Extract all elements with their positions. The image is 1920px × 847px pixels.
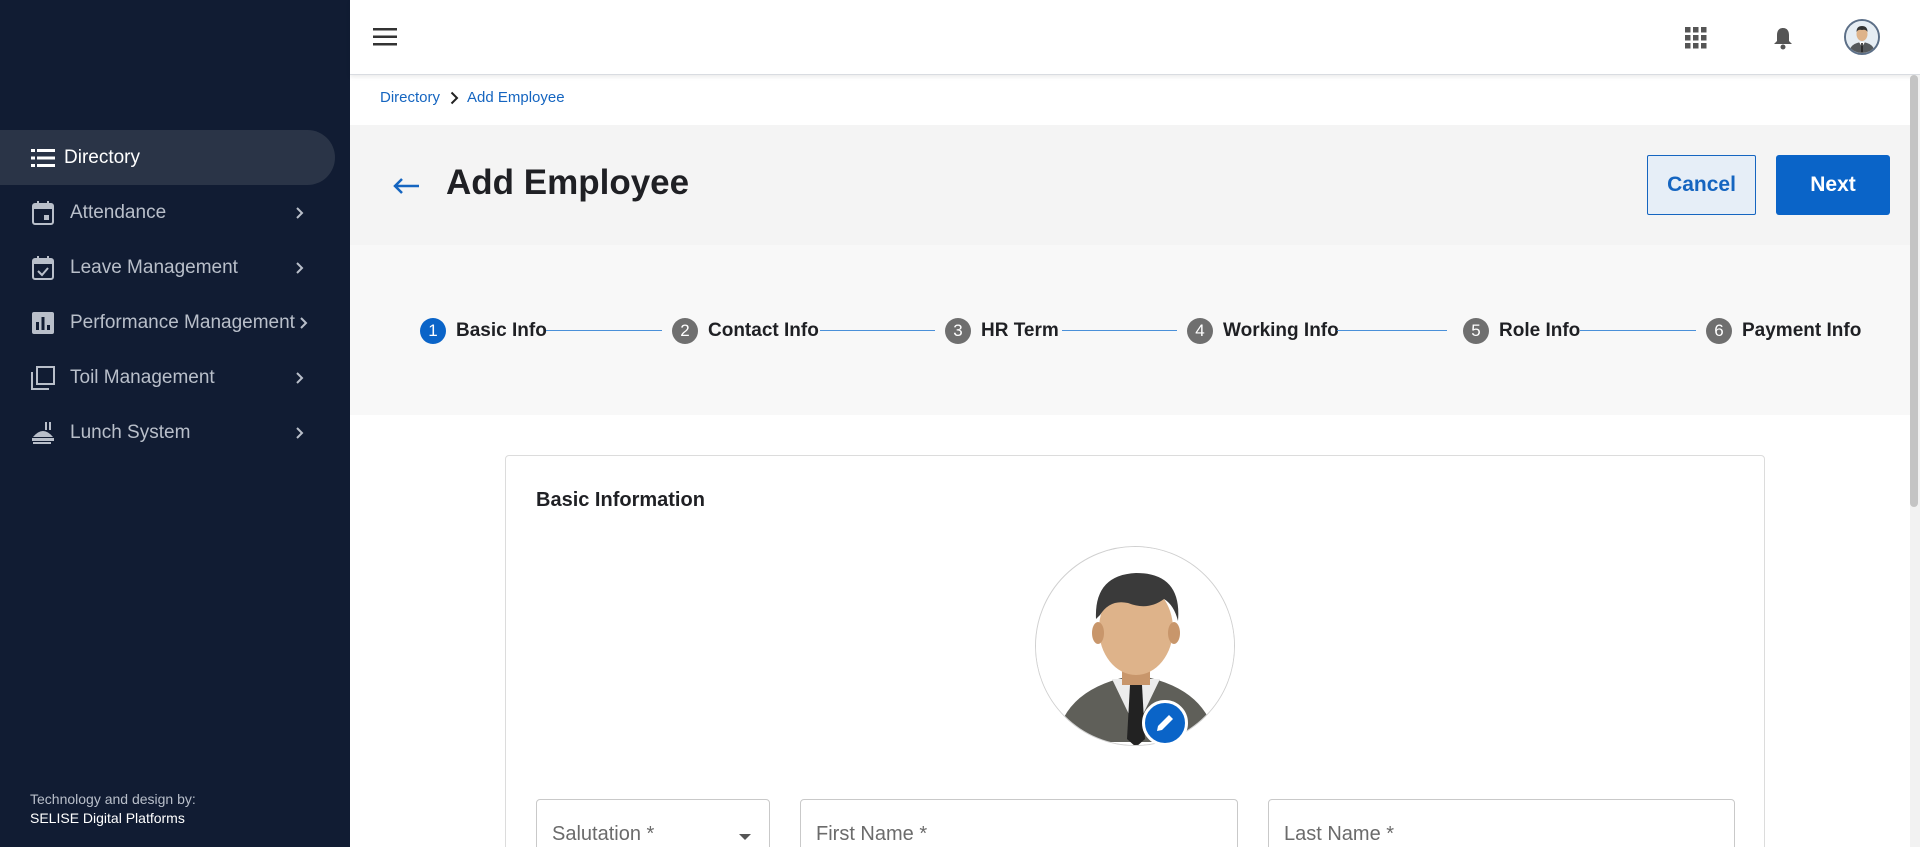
sidebar-item-attendance[interactable]: Attendance (0, 185, 335, 240)
footer-credit-label: Technology and design by: (30, 791, 196, 807)
step-label: Basic Info (456, 320, 547, 341)
basic-information-card: Basic Information Salutation * First Nam… (505, 455, 1765, 847)
step-connector (1062, 330, 1177, 331)
first-name-field[interactable]: First Name * (800, 799, 1238, 847)
top-bar (350, 0, 1920, 75)
sidebar-item-toil-management[interactable]: Toil Management (0, 350, 335, 405)
page-header: Add Employee Cancel Next (350, 125, 1910, 245)
sidebar-footer: Technology and design by: SELISE Digital… (30, 790, 196, 828)
last-name-field[interactable]: Last Name * (1268, 799, 1735, 847)
page-title: Add Employee (446, 163, 690, 202)
step-label: Payment Info (1742, 320, 1862, 341)
calendar-check-icon (30, 255, 56, 281)
breadcrumb-current: Add Employee (467, 89, 565, 106)
stepper: 1 Basic Info 2 Contact Info 3 HR Term 4 … (350, 245, 1910, 415)
step-connector (1580, 330, 1696, 331)
salutation-placeholder: Salutation * (552, 823, 655, 845)
step-label: Role Info (1499, 320, 1581, 341)
sidebar-item-label: Performance Management (70, 311, 295, 333)
sidebar-item-label: Lunch System (70, 421, 191, 443)
chevron-right-icon (293, 371, 307, 385)
step-connector (546, 330, 662, 331)
chevron-right-icon (293, 261, 307, 275)
profile-photo (1035, 546, 1235, 746)
user-avatar[interactable] (1844, 19, 1880, 55)
step-payment-info[interactable]: 6 Payment Info (1706, 318, 1861, 344)
step-label: Working Info (1223, 320, 1339, 341)
calendar-icon (30, 200, 56, 226)
sidebar-item-label: Leave Management (70, 256, 238, 278)
step-number: 6 (1706, 318, 1732, 344)
sidebar-item-label: Directory (64, 146, 141, 168)
salutation-select[interactable]: Salutation * (536, 799, 770, 847)
step-label: HR Term (981, 320, 1059, 341)
breadcrumb-link-directory[interactable]: Directory (380, 89, 440, 106)
back-arrow-icon[interactable] (390, 170, 422, 202)
sidebar-item-performance-management[interactable]: Performance Management (0, 295, 335, 350)
sidebar-item-leave-management[interactable]: Leave Management (0, 240, 335, 295)
first-name-placeholder: First Name * (816, 823, 928, 845)
notification-bell-icon[interactable] (1767, 22, 1799, 54)
list-icon (30, 145, 56, 171)
chevron-right-icon (293, 206, 307, 220)
step-label: Contact Info (708, 320, 819, 341)
step-connector (820, 330, 935, 331)
footer-company-name: SELISE Digital Platforms (30, 810, 185, 826)
sidebar-item-lunch-system[interactable]: Lunch System (0, 405, 335, 460)
stacked-squares-icon (30, 365, 56, 391)
food-service-icon (30, 420, 56, 446)
section-title: Basic Information (536, 489, 705, 511)
chevron-right-icon (293, 426, 307, 440)
sidebar-item-label: Attendance (70, 201, 167, 223)
step-role-info[interactable]: 5 Role Info (1463, 318, 1580, 344)
step-connector (1337, 330, 1447, 331)
step-working-info[interactable]: 4 Working Info (1187, 318, 1339, 344)
step-basic-info[interactable]: 1 Basic Info (420, 318, 547, 344)
last-name-placeholder: Last Name * (1284, 823, 1395, 845)
breadcrumb: Directory Add Employee (380, 89, 565, 106)
bar-chart-icon (30, 310, 56, 336)
sidebar-item-directory[interactable]: Directory (0, 130, 335, 185)
step-number: 4 (1187, 318, 1213, 344)
sidebar-nav: Directory Attendance Leave Management Pe… (0, 130, 335, 460)
step-number: 5 (1463, 318, 1489, 344)
step-hr-term[interactable]: 3 HR Term (945, 318, 1059, 344)
edit-pencil-icon[interactable] (1142, 700, 1188, 746)
step-contact-info[interactable]: 2 Contact Info (672, 318, 819, 344)
sidebar: Directory Attendance Leave Management Pe… (0, 0, 350, 847)
cancel-button[interactable]: Cancel (1647, 155, 1756, 215)
chevron-right-icon (297, 316, 311, 330)
step-number: 1 (420, 318, 446, 344)
sidebar-item-label: Toil Management (70, 366, 215, 388)
caret-down-icon (739, 834, 751, 840)
chevron-right-icon (450, 91, 459, 105)
step-number: 2 (672, 318, 698, 344)
next-button[interactable]: Next (1776, 155, 1890, 215)
apps-grid-icon[interactable] (1680, 22, 1712, 54)
hamburger-menu-icon[interactable] (370, 22, 400, 52)
step-number: 3 (945, 318, 971, 344)
scrollbar-thumb[interactable] (1910, 75, 1918, 507)
